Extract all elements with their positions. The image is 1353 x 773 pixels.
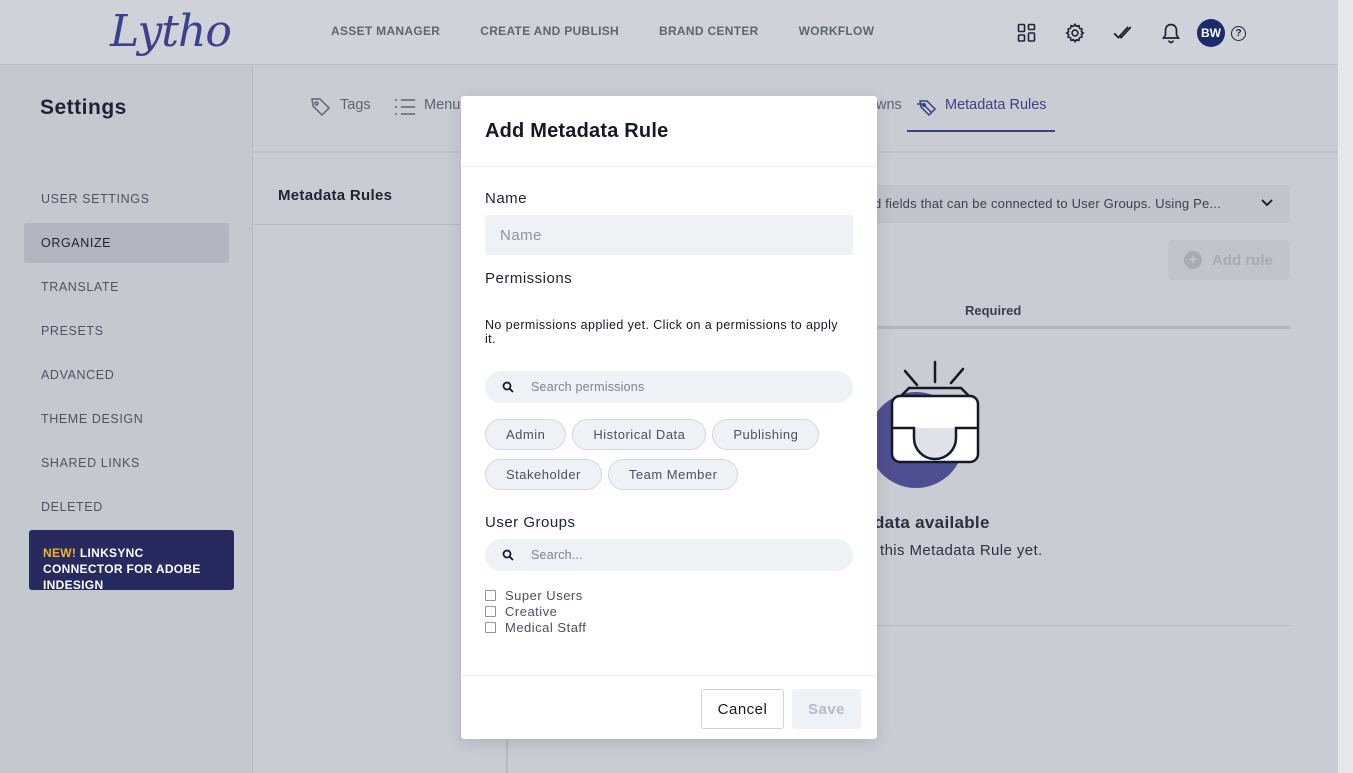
settings-sidebar: Settings USER SETTINGS ORGANIZE TRANSLAT… [0, 65, 253, 773]
name-input[interactable] [485, 215, 853, 255]
permission-chip-admin[interactable]: Admin [485, 419, 567, 450]
user-group-creative[interactable]: Creative [485, 603, 586, 619]
sidebar-item-translate[interactable]: TRANSLATE [24, 267, 229, 307]
metadata-rules-panel-title: Metadata Rules [278, 187, 393, 204]
promo-new-badge: NEW! [43, 546, 77, 560]
cancel-button[interactable]: Cancel [701, 689, 784, 729]
empty-state-title: data available [874, 513, 990, 532]
nav-workflow[interactable]: WORKFLOW [799, 24, 875, 38]
list-icon [394, 97, 416, 121]
page-scrollbar[interactable] [1338, 0, 1353, 773]
empty-state-subtitle: this Metadata Rule yet. [880, 542, 1043, 559]
settings-title: Settings [40, 96, 127, 119]
user-groups-label: User Groups [485, 514, 576, 531]
empty-inbox-illustration [859, 360, 989, 500]
nav-asset-manager[interactable]: ASSET MANAGER [331, 24, 440, 38]
tab-metadata-rules[interactable]: Metadata Rules [907, 97, 1055, 132]
top-icons: BW ? [1015, 19, 1246, 47]
permission-chip-stakeholder[interactable]: Stakeholder [485, 459, 602, 490]
sidebar-item-user-settings[interactable]: USER SETTINGS [24, 179, 229, 219]
tab-tags-label: Tags [340, 97, 371, 113]
search-icon [485, 381, 531, 393]
search-permissions-field[interactable] [485, 371, 853, 403]
add-rule-button[interactable]: + Add rule [1168, 240, 1290, 280]
chevron-down-icon[interactable] [1260, 197, 1274, 212]
user-group-label: Creative [505, 603, 558, 619]
user-groups-search-input[interactable] [531, 548, 831, 562]
info-text: d fields that can be connected to User G… [874, 196, 1221, 211]
user-avatar[interactable]: BW [1197, 19, 1225, 47]
tab-menu[interactable]: Menu [394, 97, 460, 132]
permissions-label: Permissions [485, 270, 573, 287]
plus-circle-icon: + [1184, 251, 1202, 269]
sidebar-item-theme-design[interactable]: THEME DESIGN [24, 399, 229, 439]
user-group-label: Super Users [505, 587, 583, 603]
sidebar-item-organize[interactable]: ORGANIZE [24, 223, 229, 263]
info-bar[interactable]: d fields that can be connected to User G… [864, 185, 1290, 223]
search-permissions-input[interactable] [531, 380, 831, 394]
user-group-medical-staff[interactable]: Medical Staff [485, 619, 586, 635]
bell-icon[interactable] [1159, 21, 1183, 45]
sidebar-item-shared-links[interactable]: SHARED LINKS [24, 443, 229, 483]
add-metadata-rule-modal: Add Metadata Rule Name Permissions No pe… [461, 96, 877, 739]
top-bar: Lytho ASSET MANAGER CREATE AND PUBLISH B… [0, 0, 1338, 65]
checkbox[interactable] [485, 621, 496, 633]
checkbox[interactable] [485, 589, 496, 601]
linksync-promo-banner[interactable]: NEW! LINKSYNC CONNECTOR FOR ADOBE INDESI… [29, 530, 234, 592]
double-check-icon[interactable] [1111, 21, 1135, 45]
user-groups-search-field[interactable] [485, 539, 853, 571]
checkbox[interactable] [485, 605, 496, 617]
nav-create-and-publish[interactable]: CREATE AND PUBLISH [480, 24, 619, 38]
tab-metadata-rules-label: Metadata Rules [945, 97, 1047, 113]
tab-menu-label: Menu [424, 97, 461, 113]
nav-brand-center[interactable]: BRAND CENTER [659, 24, 759, 38]
modal-footer: Cancel Save [461, 675, 877, 739]
add-rule-label: Add rule [1212, 251, 1273, 269]
help-icon[interactable]: ? [1231, 25, 1246, 41]
permission-chip-team-member[interactable]: Team Member [607, 459, 739, 490]
permission-chip-publishing[interactable]: Publishing [712, 419, 820, 450]
gear-icon[interactable] [1063, 21, 1087, 45]
modal-title: Add Metadata Rule [461, 96, 877, 167]
tab-dropdowns[interactable]: wns [876, 97, 902, 132]
sidebar-item-deleted[interactable]: DELETED [24, 487, 229, 527]
sidebar-item-presets[interactable]: PRESETS [24, 311, 229, 351]
lytho-logo[interactable]: Lytho [110, 6, 232, 57]
tag-icon [310, 97, 332, 121]
tab-tags[interactable]: Tags [310, 97, 371, 132]
no-permissions-message: No permissions applied yet. Click on a p… [485, 318, 838, 346]
user-group-label: Medical Staff [505, 619, 587, 635]
sidebar-item-advanced[interactable]: ADVANCED [24, 355, 229, 395]
name-label: Name [485, 190, 528, 207]
metadata-rules-icon [915, 97, 937, 121]
required-column-header: Required [864, 303, 1290, 329]
user-groups-list: Super Users Creative Medical Staff [485, 587, 586, 635]
search-icon [485, 549, 531, 561]
tab-dropdowns-label: wns [876, 97, 902, 113]
top-nav: ASSET MANAGER CREATE AND PUBLISH BRAND C… [331, 24, 874, 38]
permission-chip-historical-data[interactable]: Historical Data [572, 419, 707, 450]
apps-grid-icon[interactable] [1015, 21, 1039, 45]
divider [864, 625, 1290, 626]
user-group-super-users[interactable]: Super Users [485, 587, 586, 603]
save-button[interactable]: Save [792, 689, 861, 729]
required-header-label: Required [965, 303, 1022, 318]
permission-chips: Admin Historical Data Publishing Stakeho… [485, 419, 853, 490]
